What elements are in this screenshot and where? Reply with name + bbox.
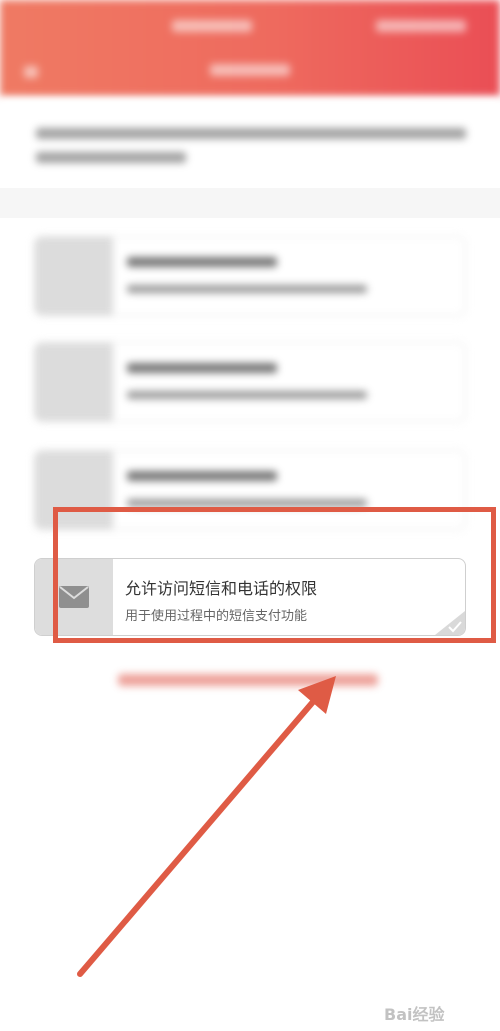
agreement-link[interactable] [118, 674, 378, 686]
app-header [0, 0, 500, 96]
permission-icon [35, 237, 113, 315]
back-icon[interactable] [24, 66, 38, 78]
watermark: Bai经验 [384, 1005, 445, 1024]
header-left-info [172, 20, 252, 32]
header-right-info [376, 20, 466, 32]
section-divider [0, 188, 500, 218]
permission-card-2[interactable] [34, 342, 466, 422]
page-title [210, 64, 290, 76]
annotation-highlight-box [53, 507, 496, 643]
permission-card-1[interactable] [34, 236, 466, 316]
intro-text [0, 100, 500, 188]
permission-icon [35, 343, 113, 421]
